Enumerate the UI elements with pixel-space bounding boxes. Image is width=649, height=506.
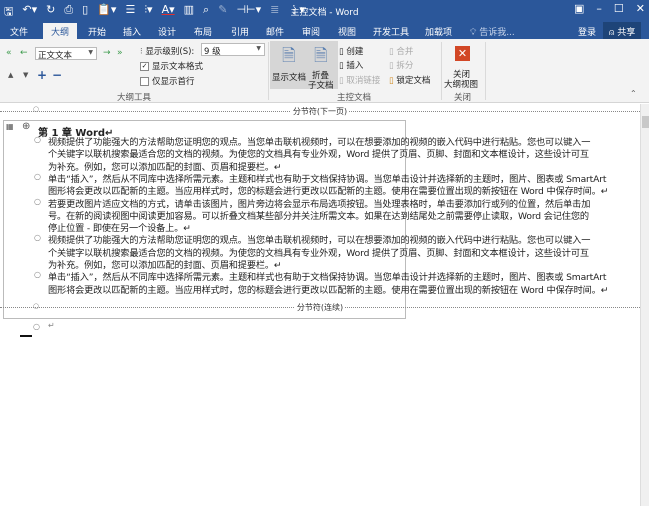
unlink-button[interactable]: ▯ 取消链接 [339,74,380,86]
group-label-master-doc: 主控文档 [337,93,372,103]
align-icon[interactable]: ⫶▾ [144,3,152,22]
lock-document-button[interactable]: ▯ 锁定文档 [389,74,430,86]
empty-paragraph-bullet: ○ [33,322,40,331]
promote-icon[interactable]: ← [20,48,28,58]
body-text-bullet: ○ [34,270,41,280]
ribbon-display-icon[interactable]: ▣ [574,2,584,15]
collapse-doc-icon: 🗎 [314,46,328,66]
expand-heading-icon[interactable]: ⊕ [22,121,30,132]
find-icon[interactable]: ⌕ [203,3,209,22]
section-break-next-page: 分节符(下一页) [0,105,640,117]
body-text-bullet: ○ [34,171,41,181]
body-text-line: 图形将会更改以匹配新的主题。当应用样式时，您的标题会进行更改以匹配新的主题。使用… [48,284,609,296]
tab-insert[interactable]: 插入 [123,25,141,38]
show-level-icon: ⁝ [140,47,143,57]
ribbon-tabs: 文件 大纲 开始 插入 设计 布局 引用 邮件 审阅 视图 开发工具 加载项 💡… [0,22,649,39]
tab-outline[interactable]: 大纲 [43,23,78,39]
tell-me-search[interactable]: 💡︎ 告诉我... [470,25,515,38]
merge-icon: ▯ [389,47,394,57]
create-icon: ▯ [339,47,344,57]
print-preview-icon[interactable]: ⎙ [64,3,73,22]
expand-icon[interactable]: + [37,68,47,82]
section-break-continuous: 分节符(连续) [0,301,640,313]
new-icon[interactable]: ▯ [82,3,88,22]
promote-to-heading1-icon[interactable]: « [6,48,12,58]
minimize-icon[interactable]: – [596,2,602,15]
demote-to-body-icon[interactable]: » [117,48,123,58]
empty-paragraph: ↵ [48,321,55,330]
move-up-icon[interactable]: ▲ [8,71,13,79]
create-button[interactable]: ▯ 创建 [339,45,363,57]
merge-button[interactable]: ▯ 合并 [389,45,413,57]
redo-icon[interactable]: ↻ [46,3,55,22]
close-outline-view-button[interactable]: ✕ 关闭 大纲视图 [443,42,481,90]
collapse-ribbon-icon[interactable]: ⌃ [630,89,637,98]
show-format-checkbox[interactable]: ✓ 显示文本格式 [140,60,203,72]
unlink-icon: ▯ [339,76,344,86]
insert-subdoc-button[interactable]: ▯ 插入 [339,59,363,71]
person-icon: ⍝ [609,28,615,38]
demote-icon[interactable]: → [103,48,111,58]
tab-design[interactable]: 设计 [158,25,176,38]
scrollbar-thumb[interactable] [642,116,649,128]
move-down-icon[interactable]: ▼ [23,71,28,79]
pen-icon[interactable]: ✎ [218,3,227,22]
document-area[interactable]: 分节符(下一页) ○ ▦ ⊕ 第 1 章 Word↵ ○ 视频提供了功能强大的方法… [0,104,640,506]
undo-icon[interactable]: ↶▾ [22,3,37,22]
vertical-scrollbar[interactable] [640,104,649,506]
body-text-bullet: ○ [34,196,41,206]
save-icon[interactable]: 🖫 [4,3,13,22]
group-label-close: 关闭 [454,93,472,103]
columns-icon[interactable]: ▥ [184,3,194,22]
first-line-only-checkbox[interactable]: 仅显示首行 [140,75,195,87]
show-level-label: ⁝ 显示级别(S): [140,47,195,57]
tab-mailings[interactable]: 邮件 [266,25,284,38]
tab-file[interactable]: 文件 [10,25,28,38]
split-button[interactable]: ▯ 拆分 [389,59,413,71]
tab-addins[interactable]: 加载项 [425,25,452,38]
font-color-icon[interactable]: A▾ [162,3,175,22]
subdocument-icon[interactable]: ▦ [6,122,14,131]
tab-layout[interactable]: 布局 [194,25,212,38]
document-icon: 🗎 [282,46,296,66]
split-icon: ▯ [389,61,394,71]
insert-icon: ▯ [339,61,344,71]
checkmark-icon: ✓ [140,62,149,71]
title-bar: 🖫 ↶▾ ↻ ⎙ ▯ 📋▾ ☰ ⫶▾ A▾ ▥ ⌕ ✎ ⊣⊢▾ ≣ ⋮▾ 主控文… [0,0,649,22]
close-x-icon: ✕ [455,46,470,61]
group-label-outline-tools: 大纲工具 [117,93,152,103]
body-text-bullet: ○ [34,233,41,243]
collapse-icon[interactable]: − [52,68,62,82]
tab-view[interactable]: 视图 [338,25,356,38]
show-level-dropdown[interactable]: 9 级 ▼ [201,43,265,57]
login-button[interactable]: 登录 [578,25,596,38]
share-button[interactable]: ⍝ 共享 [603,22,642,39]
tab-developer[interactable]: 开发工具 [373,25,409,38]
list-icon[interactable]: ≣ [270,3,279,22]
more-icon[interactable]: ⋮▾ [288,3,305,22]
outline-icon[interactable]: ☰ [125,3,135,22]
end-of-document-marker [20,335,32,337]
body-text-bullet: ○ [34,135,41,144]
tab-references[interactable]: 引用 [231,25,249,38]
maximize-icon[interactable]: ☐ [614,2,624,15]
collapse-subdocuments-button[interactable]: 🗎 折叠 子文档 [306,41,336,91]
tab-home[interactable]: 开始 [88,25,106,38]
tab-review[interactable]: 审阅 [302,25,320,38]
quick-access-toolbar: 🖫 ↶▾ ↻ ⎙ ▯ 📋▾ ☰ ⫶▾ A▾ ▥ ⌕ ✎ ⊣⊢▾ ≣ ⋮▾ [4,3,305,22]
close-icon[interactable]: ✕ [636,2,645,15]
margins-icon[interactable]: ⊣⊢▾ [236,3,261,22]
paste-icon[interactable]: 📋▾ [97,3,116,22]
lightbulb-icon: 💡︎ [470,28,477,38]
lock-doc-icon: ▯ [389,76,394,86]
ribbon: « ← 正文文本 ▼ → » ▲ ▼ + − ⁝ 显示级别(S): 9 级 ▼ ✓ 显… [0,39,649,103]
outline-level-dropdown[interactable]: 正文文本 ▼ [35,47,97,61]
